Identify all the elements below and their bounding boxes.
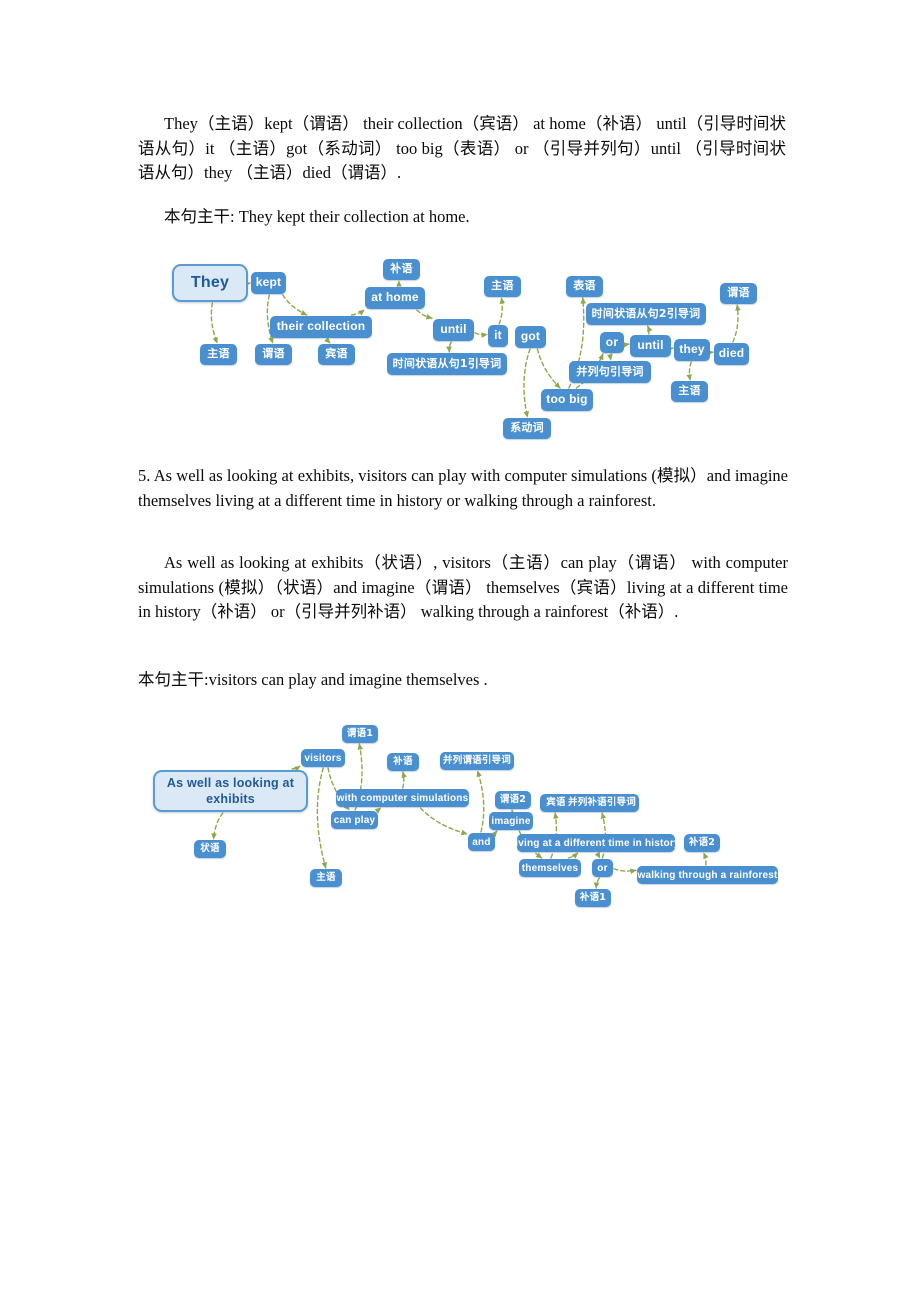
tree2-node-label: or: [597, 862, 608, 874]
tree2-node[interactable]: 谓语2: [495, 791, 531, 809]
tree2-node-label: 并列补语引导词: [568, 796, 636, 808]
tree2-node-label: and: [472, 836, 491, 848]
tree2-node-label: 谓语1: [346, 727, 374, 739]
tree2-node[interactable]: 并列补语引导词: [565, 794, 639, 812]
tree2-node[interactable]: walking through a rainforest: [637, 866, 778, 884]
connector-line: [419, 807, 468, 836]
tree2-node[interactable]: living at a different time in history: [512, 834, 680, 852]
tree2-node[interactable]: and: [468, 833, 495, 851]
connector-line: [476, 770, 485, 833]
connector-line: [401, 771, 407, 789]
tree2-node-label: living at a different time in history: [512, 837, 680, 849]
tree2-node-label: 主语: [316, 871, 336, 883]
connector-line: [613, 868, 637, 875]
tree2-node[interactable]: 谓语1: [342, 725, 378, 743]
tree2-node[interactable]: 补语2: [684, 834, 720, 852]
tree2-node[interactable]: 补语1: [575, 889, 611, 907]
tree2-node[interactable]: As well as looking at exhibits: [153, 770, 308, 812]
connector-line: [211, 812, 224, 840]
tree2-node-label: 补语1: [579, 891, 607, 903]
tree2-node[interactable]: or: [592, 859, 613, 877]
tree2-node[interactable]: with computer simulations: [336, 789, 469, 807]
tree2-node-label: 宾语: [546, 796, 566, 808]
tree2-node-label: can play: [333, 814, 376, 826]
tree2-node-label: 补语2: [688, 836, 716, 848]
connector-line: [567, 852, 579, 859]
sentence-tree-diagram-2: As well as looking at exhibits 状语 visitors…: [0, 0, 920, 930]
tree2-node-label: with computer simulations: [336, 792, 469, 804]
connector-line: [316, 767, 327, 869]
tree2-node-label: 并列谓语引导词: [443, 754, 511, 766]
document-page: They（主语）kept（谓语） their collection（宾语） at…: [0, 0, 920, 1302]
tree2-node-label: imagine: [491, 815, 531, 827]
tree2-node[interactable]: 并列谓语引导词: [440, 752, 514, 770]
connector-line: [594, 851, 601, 859]
connector-line: [291, 765, 301, 772]
tree2-node-label: 谓语2: [499, 793, 527, 805]
tree2-node[interactable]: themselves: [519, 859, 581, 877]
connector-line: [491, 830, 498, 838]
tree2-node[interactable]: 主语: [310, 869, 342, 887]
tree2-node[interactable]: imagine: [489, 812, 533, 830]
tree2-node-label: walking through a rainforest: [637, 869, 778, 881]
tree2-node[interactable]: 状语: [194, 840, 226, 858]
tree2-node[interactable]: visitors: [301, 749, 345, 767]
tree2-node[interactable]: can play: [331, 811, 378, 829]
tree2-node-label: visitors: [304, 752, 342, 764]
tree2-node-label: themselves: [521, 862, 579, 874]
connector-line: [703, 852, 709, 866]
tree2-node[interactable]: 补语: [387, 753, 419, 771]
tree2-node-label: As well as looking at exhibits: [166, 776, 295, 806]
connector-line: [374, 807, 382, 814]
connector-line: [593, 877, 601, 889]
tree2-node-label: 状语: [200, 842, 220, 854]
tree2-node-label: 补语: [393, 755, 413, 767]
